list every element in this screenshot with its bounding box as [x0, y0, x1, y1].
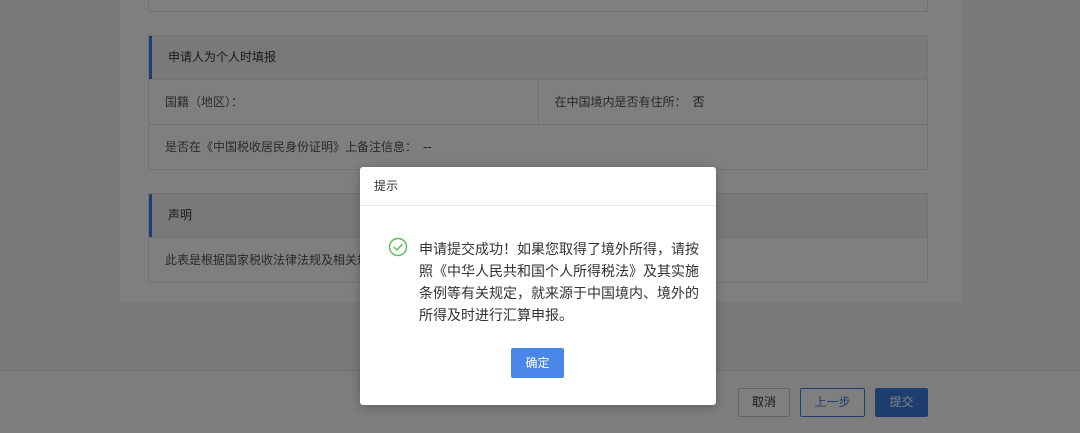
check-circle-icon [388, 237, 408, 257]
dialog-title: 提示 [360, 167, 716, 206]
dialog-message: 申请提交成功！如果您取得了境外所得，请按照《中华人民共和国个人所得税法》及其实施… [419, 242, 699, 324]
success-dialog: 提示 申请提交成功！如果您取得了境外所得，请按照《中华人民共和国个人所得税法》及… [360, 167, 716, 405]
confirm-button[interactable]: 确定 [511, 348, 564, 378]
